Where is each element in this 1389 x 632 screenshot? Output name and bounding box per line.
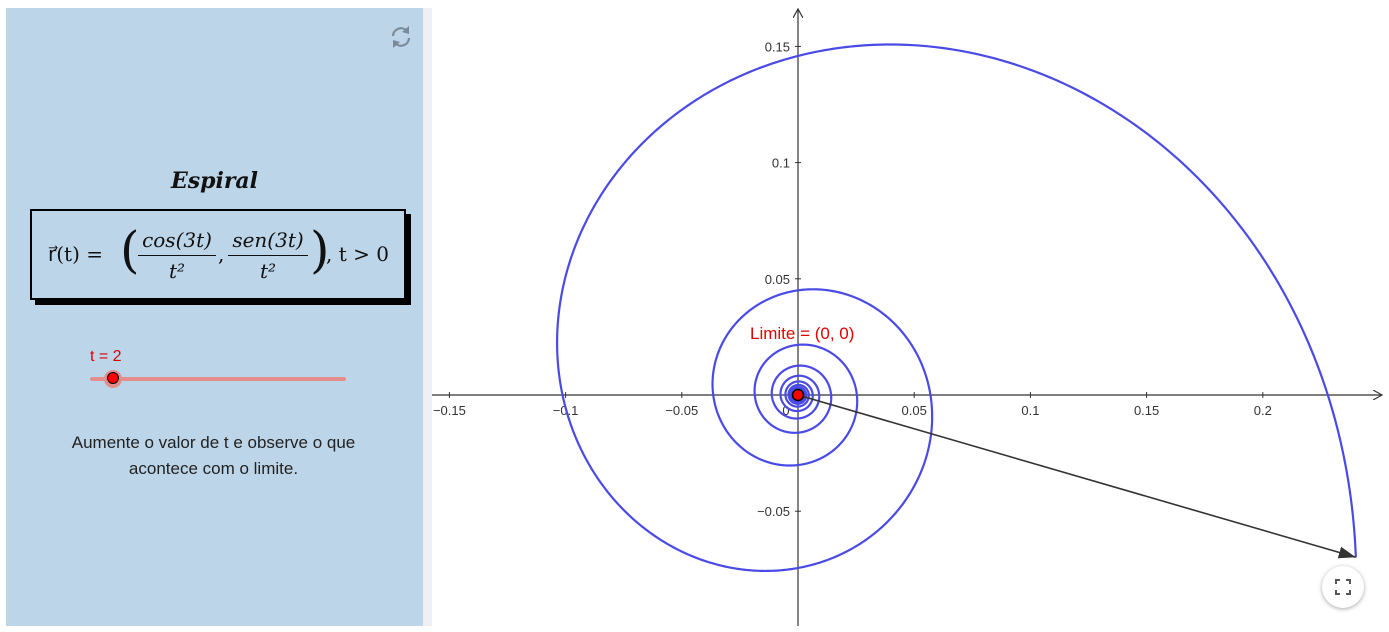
formula-frac2-bar — [228, 255, 308, 256]
algebra-sidebar: Espiral r⃗(t) = ( cos(3t) t² , sen(3t) t… — [6, 8, 423, 626]
slider-knob[interactable] — [107, 372, 120, 384]
formula-frac1-bar — [138, 255, 216, 256]
formula-comma: , — [218, 242, 225, 266]
graphics-view[interactable]: −0.15 −0.1 −0.05 0 0.05 0.1 0.15 0.2 0.15 0.1 0.05… — [432, 8, 1383, 626]
formula-fraction-2: sen(3t) t² — [228, 228, 308, 283]
formula-box: r⃗(t) = ( cos(3t) t² , sen(3t) t² ) , t … — [30, 209, 406, 300]
formula-frac2-den: t² — [259, 259, 277, 283]
y-tick-label: 0.1 — [772, 156, 790, 171]
refresh-icon[interactable] — [386, 22, 416, 52]
formula-frac1-num: cos(3t) — [142, 228, 212, 252]
fullscreen-button[interactable] — [1322, 566, 1364, 608]
panel-divider[interactable] — [423, 8, 432, 626]
x-tick-label: 0.05 — [902, 403, 927, 418]
spiral-curve[interactable] — [555, 43, 1357, 573]
x-tick-label: 0.2 — [1254, 403, 1272, 418]
axes — [432, 9, 1382, 626]
limit-point[interactable] — [791, 388, 805, 402]
axis-ticks: −0.15 −0.1 −0.05 0 0.05 0.1 0.15 0.20.150.10.05… — [433, 39, 1272, 519]
formula-open-paren: ( — [120, 221, 140, 279]
x-tick-label: 0.1 — [1021, 403, 1039, 418]
slider-label: t = 2 — [90, 348, 122, 365]
fullscreen-icon — [1335, 579, 1351, 595]
x-tick-label: 0.15 — [1134, 403, 1159, 418]
spiral-plot[interactable]: −0.15 −0.1 −0.05 0 0.05 0.1 0.15 0.20.150.10.05… — [432, 8, 1383, 626]
y-tick-label: −0.05 — [757, 504, 790, 519]
formula-frac2-num: sen(3t) — [232, 228, 304, 252]
limit-label: Limite = (0, 0) — [750, 324, 854, 343]
formula-lhs: r⃗(t) = — [48, 242, 103, 266]
x-tick-label: −0.15 — [433, 403, 466, 418]
y-tick-label: 0.15 — [765, 39, 790, 54]
page-title: Espiral — [170, 168, 259, 194]
y-tick-label: 0.05 — [765, 272, 790, 287]
t-slider[interactable] — [90, 370, 346, 388]
formula-fraction-1: cos(3t) t² — [138, 228, 216, 283]
x-tick-label: −0.05 — [665, 403, 698, 418]
formula-tail: , t > 0 — [326, 242, 389, 266]
position-vector[interactable] — [797, 394, 1356, 559]
instruction-text: Aumente o valor de t e observe o que aco… — [71, 433, 356, 478]
formula-frac1-den: t² — [168, 259, 186, 283]
